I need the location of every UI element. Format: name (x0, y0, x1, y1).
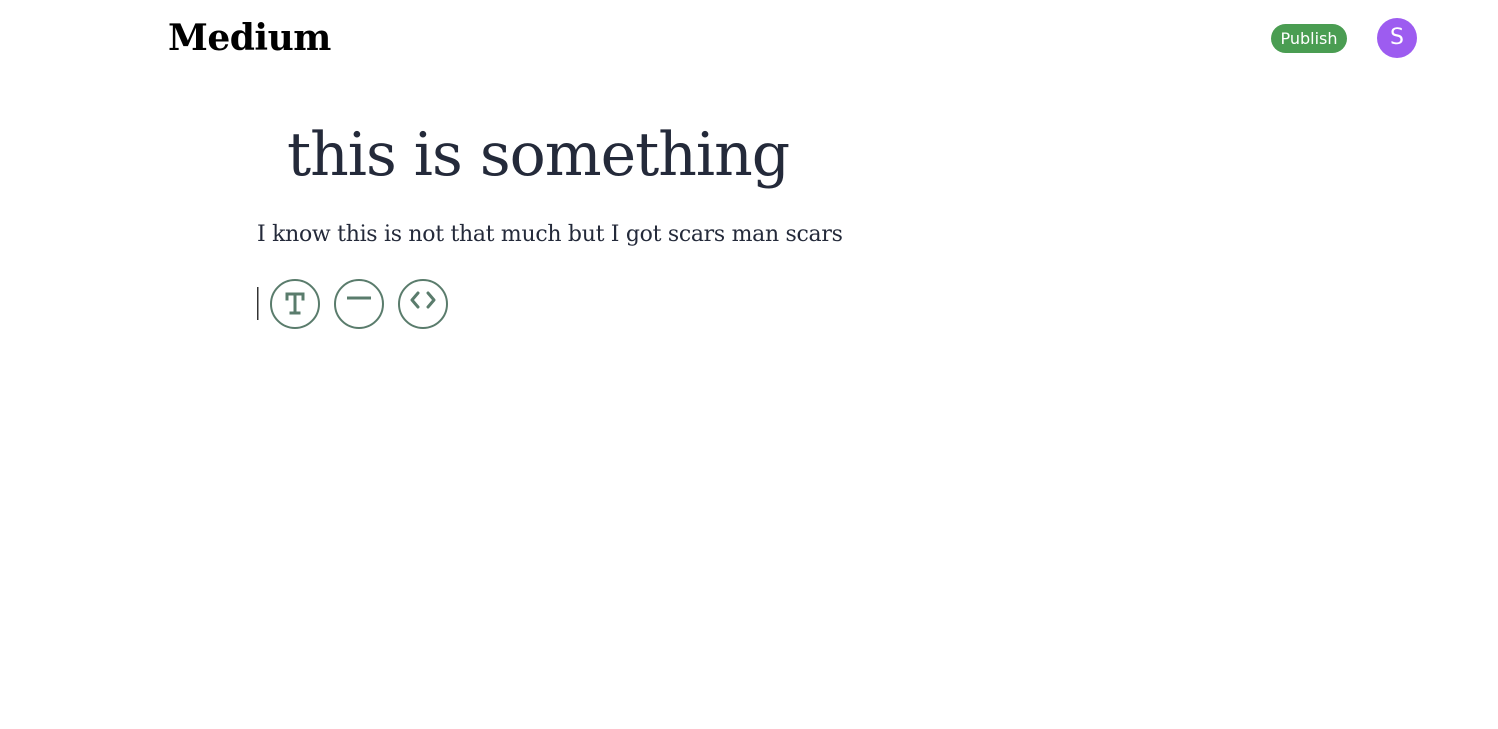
editor-page: Medium Publish S this is something I kno… (0, 0, 1498, 729)
medium-logo[interactable]: Medium (168, 16, 331, 60)
publish-button[interactable]: Publish (1271, 24, 1347, 53)
code-icon (410, 291, 436, 309)
post-paragraph[interactable]: I know this is not that much but I got s… (257, 219, 843, 251)
text-icon (285, 292, 305, 315)
add-text-button[interactable] (270, 279, 320, 329)
user-avatar[interactable]: S (1377, 18, 1417, 58)
add-code-button[interactable] (398, 279, 448, 329)
post-title[interactable]: this is something (287, 118, 790, 192)
add-divider-button[interactable] (334, 279, 384, 329)
text-cursor (257, 287, 259, 320)
divider-icon (347, 296, 371, 300)
